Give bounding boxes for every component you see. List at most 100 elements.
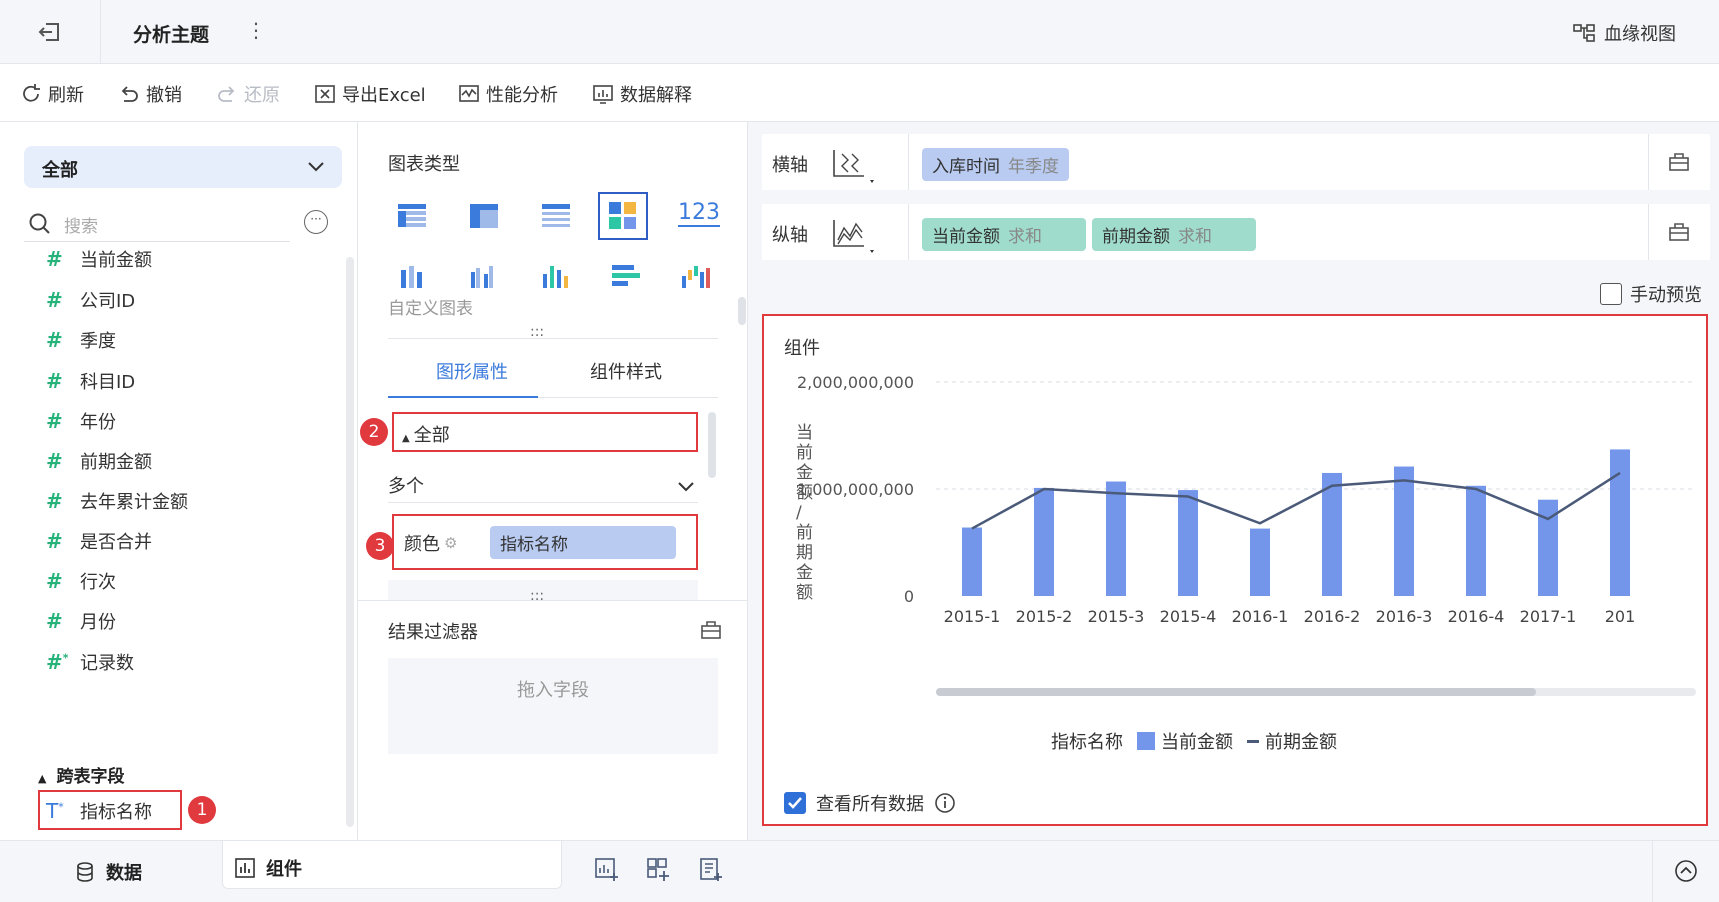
filter-drop-zone[interactable]: 拖入字段 — [388, 658, 718, 754]
number-field-icon: # — [46, 609, 63, 633]
x-field-tag[interactable]: 入库时间 年季度 — [922, 148, 1069, 181]
chevron-down-icon[interactable] — [676, 476, 696, 496]
x-tick-label: 2016-1 — [1232, 607, 1289, 626]
field-item[interactable]: # 前期金额 — [46, 448, 152, 474]
tab-data[interactable]: 数据 — [74, 859, 142, 885]
field-item[interactable]: # 季度 — [46, 327, 116, 353]
bar-2015-1[interactable] — [962, 527, 982, 596]
mark-type-select[interactable]: 多个 — [388, 472, 424, 498]
all-label: 全部 — [413, 425, 450, 446]
drag-handle-icon[interactable]: ::: — [530, 324, 544, 340]
exit-icon[interactable] — [36, 18, 64, 46]
performance-analysis-button[interactable]: 性能分析 — [458, 81, 558, 107]
undo-button[interactable]: 撤销 — [118, 81, 182, 107]
add-dashboard-icon[interactable] — [646, 857, 672, 883]
y-field-tag-1[interactable]: 当前金额 求和 — [922, 218, 1086, 251]
field-item[interactable]: # 去年累计金额 — [46, 488, 188, 514]
field-item[interactable]: # 是否合并 — [46, 528, 152, 554]
bar-2016-2[interactable] — [1322, 472, 1342, 596]
bar-2016-1[interactable] — [1250, 528, 1270, 596]
lineage-view-button[interactable]: 血缘视图 — [1572, 20, 1676, 46]
axis-settings-icon[interactable] — [1668, 152, 1690, 172]
x-tick-label: 2017-1 — [1520, 607, 1577, 626]
axis-settings-icon[interactable] — [1668, 222, 1690, 242]
export-excel-button[interactable]: 导出Excel — [314, 81, 426, 107]
bar-2016-3[interactable] — [1394, 466, 1414, 596]
caret-down-icon: ▲ — [38, 772, 47, 785]
redo-button[interactable]: 还原 — [216, 81, 280, 107]
top-bar: 分析主题 ⋮ 血缘视图 — [0, 0, 1719, 64]
tab-component-style[interactable]: 组件样式 — [590, 358, 662, 384]
add-component-icon[interactable] — [594, 857, 620, 883]
field-item[interactable]: # 月份 — [46, 608, 116, 634]
multi-bar-icon[interactable] — [538, 260, 574, 292]
horizontal-bar-icon[interactable] — [608, 260, 644, 292]
legend-item-line[interactable]: 前期金额 — [1247, 728, 1337, 754]
bar-2016-4[interactable] — [1466, 485, 1486, 596]
number-field-icon: # — [46, 529, 63, 553]
bar-2015-2[interactable] — [1034, 487, 1054, 596]
x-tick-label: 2015-1 — [944, 607, 1001, 626]
step-badge-1: 1 — [188, 796, 216, 824]
bar-2015-4[interactable] — [1178, 490, 1198, 596]
cross-field-item[interactable]: T* 指标名称 — [46, 798, 152, 824]
filter-settings-icon[interactable] — [700, 620, 722, 640]
search-input[interactable]: 搜索 — [24, 206, 290, 242]
chevron-down-icon — [308, 162, 324, 172]
field-scrollbar[interactable] — [346, 257, 354, 827]
field-item[interactable]: # 年份 — [46, 408, 116, 434]
manual-preview-checkbox[interactable] — [1600, 283, 1622, 305]
field-item[interactable]: # 科目ID — [46, 368, 135, 394]
legend-item-bar[interactable]: 当前金额 — [1137, 728, 1233, 754]
divider — [100, 0, 101, 64]
table-dropdown[interactable]: 全部 — [24, 146, 342, 188]
field-item[interactable]: #* 记录数 — [46, 649, 134, 675]
tag-label: 当前金额 — [932, 227, 1000, 247]
view-all-checkbox[interactable] — [784, 792, 806, 814]
add-report-icon[interactable] — [698, 857, 724, 883]
waterfall-chart-icon[interactable] — [678, 260, 714, 292]
custom-chart-selected[interactable] — [598, 192, 648, 240]
table-chart-icon[interactable] — [394, 200, 430, 232]
calculated-number-field-icon: #* — [46, 650, 69, 674]
chart-scroll-thumb[interactable] — [936, 688, 1536, 696]
gear-icon[interactable]: ⚙ — [444, 534, 457, 552]
field-item[interactable]: # 行次 — [46, 568, 116, 594]
cross-table-section[interactable]: ▲ 跨表字段 — [38, 762, 124, 787]
number-field-icon: # — [46, 569, 63, 593]
properties-scrollbar[interactable] — [708, 412, 716, 478]
step-badge-3: 3 — [366, 532, 394, 560]
tab-shape-properties[interactable]: 图形属性 — [436, 358, 508, 384]
y-field-tag-2[interactable]: 前期金额 求和 — [1092, 218, 1256, 251]
drag-handle-icon[interactable]: ::: — [530, 588, 544, 604]
field-label: 年份 — [80, 412, 116, 433]
info-icon[interactable] — [934, 792, 956, 814]
axis-config-icon[interactable] — [830, 146, 876, 186]
more-options-icon[interactable]: ··· — [304, 210, 328, 234]
manual-preview-toggle[interactable]: 手动预览 — [1600, 281, 1702, 307]
bar-201[interactable] — [1610, 449, 1630, 596]
detail-table-icon[interactable] — [538, 200, 574, 232]
collapse-up-icon[interactable] — [1674, 859, 1698, 883]
result-filter-label: 结果过滤器 — [388, 622, 478, 643]
all-marks-section[interactable]: ▲ 全部 — [402, 421, 450, 447]
dropdown-value: 全部 — [42, 160, 78, 181]
kpi-number-icon[interactable]: 123 — [678, 200, 720, 227]
color-property[interactable]: 颜色 ⚙ — [404, 530, 457, 556]
color-field-tag[interactable]: 指标名称 — [490, 526, 676, 559]
view-all-data-toggle[interactable]: 查看所有数据 — [784, 790, 956, 816]
tag-sub: 求和 — [1178, 227, 1212, 247]
data-explain-button[interactable]: 数据解释 — [592, 81, 692, 107]
field-item[interactable]: # 当前金额 — [46, 246, 152, 272]
field-panel: 全部 搜索 ··· # 当前金额 # 公司ID # 季度 # 科目ID # 年份 # 前期金… — [0, 122, 358, 840]
more-menu-icon[interactable]: ⋮ — [246, 18, 266, 42]
bar-2015-3[interactable] — [1106, 481, 1126, 596]
axis-config-icon[interactable] — [830, 216, 876, 256]
stacked-bar-icon[interactable] — [394, 260, 430, 292]
refresh-button[interactable]: 刷新 — [20, 81, 84, 107]
tab-component[interactable]: 组件 — [234, 855, 302, 881]
grouped-bar-icon[interactable] — [466, 260, 502, 292]
pivot-table-icon[interactable] — [466, 200, 502, 232]
field-item[interactable]: # 公司ID — [46, 287, 135, 313]
chart-type-scrollbar[interactable] — [738, 297, 746, 325]
